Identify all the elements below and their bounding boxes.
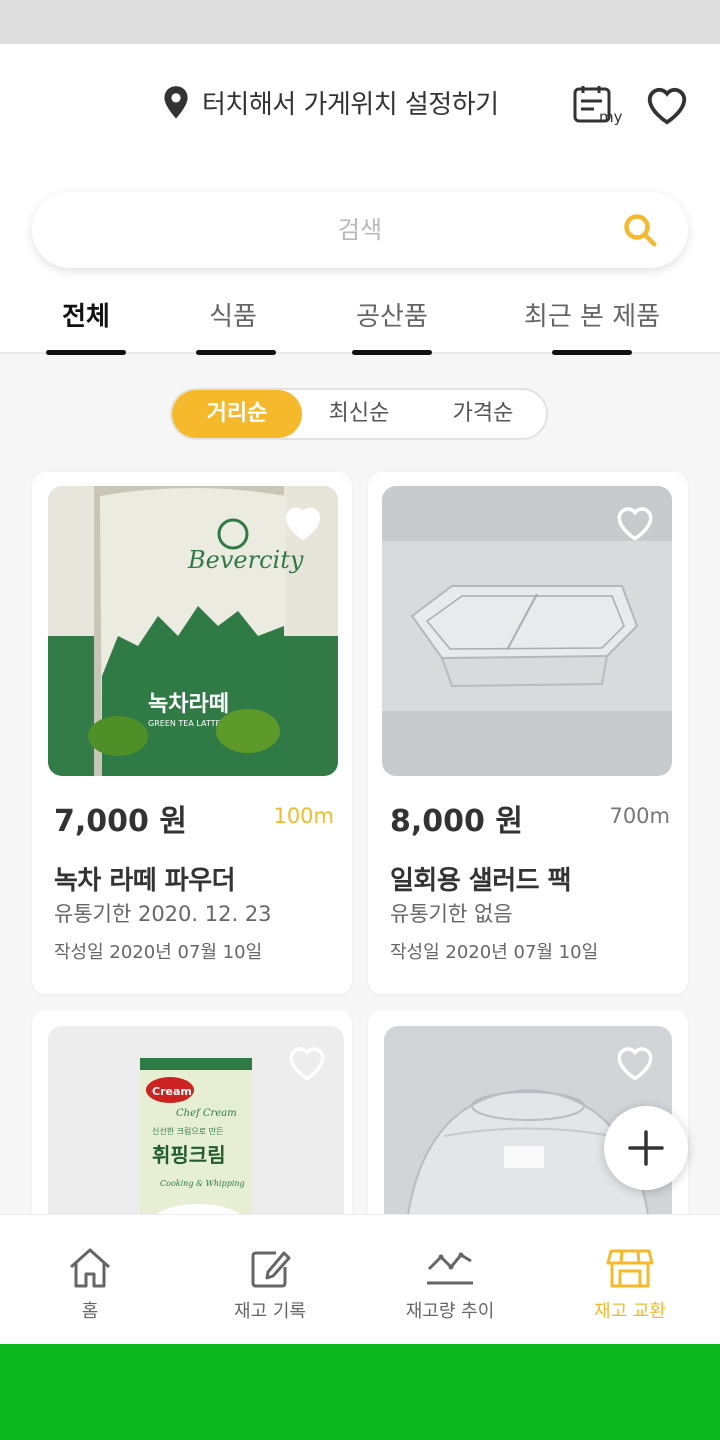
tab-indicator-industrial [352,350,432,355]
sort-newest[interactable]: 최신순 [298,390,420,438]
product-image-line3: Cooking & Whipping [160,1179,245,1188]
nav-stock-trend[interactable]: 재고량 추이 [360,1247,540,1323]
home-icon [69,1248,111,1288]
like-heart-icon[interactable] [614,502,656,542]
product-image-brand: Bevercity [187,546,304,574]
product-written-date: 작성일 2020년 07월 10일 [54,942,263,963]
product-image-line1: Chef Cream [176,1108,237,1119]
product-image-line2: 신선한 크림으로 만든 [152,1126,223,1136]
add-product-button[interactable] [604,1106,688,1190]
trend-icon [427,1252,473,1285]
tab-indicator-recent [552,350,632,355]
search-input[interactable] [32,192,688,268]
product-card[interactable]: Bevercity 녹차라떼 GREEN TEA LATTE 7,000 원 1… [32,472,352,994]
my-icon-label: my [599,108,623,126]
nav-stock-exchange[interactable]: 재고 교환 [540,1247,720,1323]
bottom-navigation: 홈 재고 기록 재고량 추이 재고 교환 [0,1214,720,1344]
like-heart-icon[interactable] [614,1042,656,1082]
search-bar [32,192,688,268]
product-price: 7,000 원 [54,804,187,839]
product-image-sub: GREEN TEA LATTE [148,719,221,728]
nav-stock-record-label: 재고 기록 [234,1301,306,1322]
product-title: 일회용 샐러드 팩 [390,866,572,896]
product-card[interactable]: 8,000 원 700m 일회용 샐러드 팩 유통기한 없음 작성일 2020년… [368,472,688,994]
edit-icon [251,1251,291,1288]
search-and-tabs: 전체 식품 공산품 최근 본 제품 [0,160,720,355]
nav-home-label: 홈 [81,1301,99,1322]
plus-icon [628,1130,664,1166]
location-text: 터치해서 가게위치 설정하기 [202,90,499,120]
product-title: 녹차 라떼 파우더 [54,866,236,896]
location-pin-icon [164,85,188,118]
product-distance: 700m [609,804,670,828]
product-distance: 100m [273,804,334,828]
product-expiry: 유통기한 2020. 12. 23 [54,902,272,926]
sort-control: 거리순 최신순 가격순 [170,388,548,440]
app-header: 터치해서 가게위치 설정하기 my [0,44,720,160]
like-heart-icon[interactable] [282,502,324,542]
tab-all[interactable]: 전체 [46,296,126,333]
product-expiry: 유통기한 없음 [390,902,513,926]
like-heart-icon[interactable] [286,1042,328,1082]
search-icon[interactable] [622,212,658,248]
my-calendar-icon[interactable]: my [572,84,628,128]
product-price: 8,000 원 [390,804,523,839]
sort-distance[interactable]: 거리순 [172,390,302,438]
nav-stock-exchange-label: 재고 교환 [594,1301,666,1322]
location-setting-button[interactable]: 터치해서 가게위치 설정하기 [160,84,499,121]
nav-stock-trend-label: 재고량 추이 [405,1301,495,1322]
status-bar [0,0,720,44]
tab-indicator-all [46,350,126,355]
sort-price[interactable]: 가격순 [420,390,546,438]
nav-stock-record[interactable]: 재고 기록 [180,1247,360,1323]
tab-indicator-food [196,350,276,355]
store-icon [606,1249,654,1288]
system-navigation-bar [0,1344,720,1440]
product-written-date: 작성일 2020년 07월 10일 [390,942,599,963]
nav-home[interactable]: 홈 [0,1247,180,1323]
favorites-heart-icon[interactable] [644,82,690,126]
product-image-brand: Cream [152,1085,192,1098]
tab-industrial[interactable]: 공산품 [348,296,436,333]
tab-food[interactable]: 식품 [196,296,270,333]
product-image-name: 휘핑크림 [152,1143,226,1167]
tab-recent[interactable]: 최근 본 제품 [522,296,662,333]
product-image-name: 녹차라떼 [148,692,229,717]
